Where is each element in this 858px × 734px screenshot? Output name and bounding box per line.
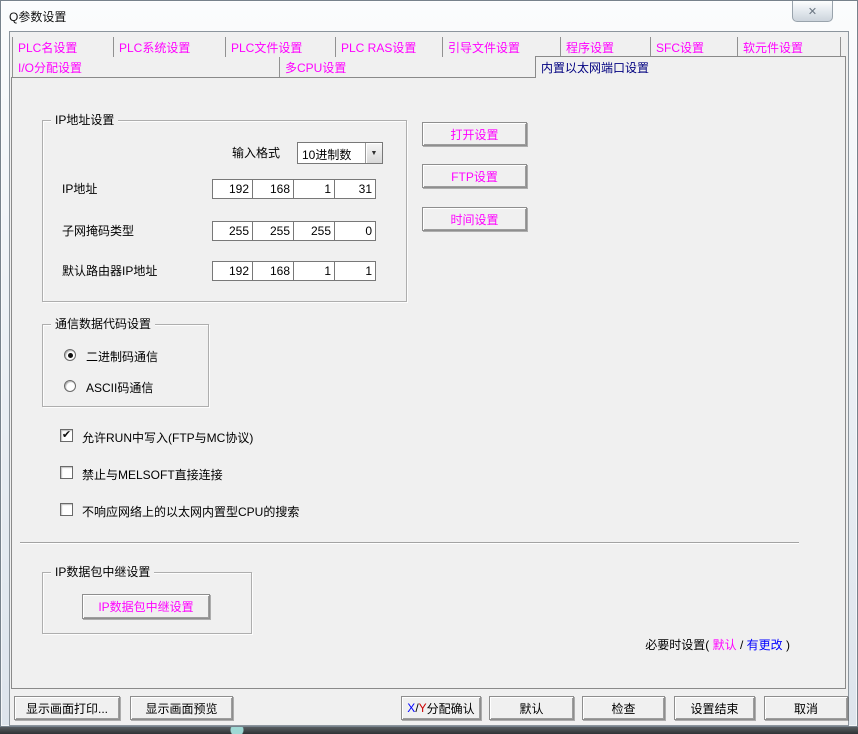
check-button[interactable]: 检查	[582, 696, 665, 720]
ip-packet-relay-button[interactable]: IP数据包中继设置	[82, 594, 210, 619]
time-settings-button[interactable]: 时间设置	[422, 207, 527, 231]
group-comm-title: 通信数据代码设置	[51, 317, 155, 331]
subnet-mask-label: 子网掩码类型	[62, 221, 134, 241]
ip-address-label: IP地址	[62, 179, 97, 199]
input-format-value: 10进制数	[298, 143, 365, 163]
subnet-octet-3[interactable]: 255	[294, 221, 335, 241]
close-button[interactable]: ✕	[792, 1, 833, 22]
note-default: 默认	[713, 638, 737, 652]
section-divider	[20, 542, 799, 544]
default-router-label: 默认路由器IP地址	[62, 261, 157, 281]
subnet-mask-input: 255 255 255 0	[212, 221, 376, 241]
tab-io-assignment[interactable]: I/O分配设置	[12, 57, 279, 77]
tab-multi-cpu[interactable]: 多CPU设置	[279, 57, 535, 77]
default-router-input: 192 168 1 1	[212, 261, 376, 281]
radio-ascii-label[interactable]: ASCII码通信	[86, 379, 153, 396]
default-button[interactable]: 默认	[489, 696, 574, 720]
router-octet-4[interactable]: 1	[335, 261, 376, 281]
background-app-strip	[0, 727, 858, 734]
dialog-title: Q参数设置	[9, 8, 66, 25]
tab-boot-file[interactable]: 引导文件设置	[442, 37, 560, 57]
checkbox-disable-melsoft-label[interactable]: 禁止与MELSOFT直接连接	[82, 466, 223, 483]
checkbox-no-search-response-label[interactable]: 不响应网络上的以太网内置型CPU的搜索	[82, 503, 299, 520]
radio-ascii-code[interactable]	[64, 380, 76, 392]
note-changed: 有更改	[747, 638, 783, 652]
ip-address-input: 192 168 1 31	[212, 179, 376, 199]
checkbox-disable-melsoft[interactable]	[60, 466, 73, 479]
xy-rest: 分配确认	[427, 700, 475, 717]
xy-assignment-confirm-button[interactable]: X/Y分配确认	[401, 696, 481, 720]
open-settings-button[interactable]: 打开设置	[422, 122, 527, 146]
subnet-octet-1[interactable]: 255	[212, 221, 253, 241]
tab-plc-file[interactable]: PLC文件设置	[225, 37, 335, 57]
input-format-label: 输入格式	[232, 143, 280, 163]
checkbox-no-search-response[interactable]	[60, 503, 73, 516]
ip-octet-4[interactable]: 31	[335, 179, 376, 199]
close-icon: ✕	[808, 5, 817, 18]
preview-screen-button[interactable]: 显示画面预览	[130, 696, 233, 720]
xy-y-letter: Y	[419, 701, 427, 715]
tab-plc-name[interactable]: PLC名设置	[12, 37, 113, 57]
finish-setting-button[interactable]: 设置结束	[674, 696, 755, 720]
tab-program[interactable]: 程序设置	[560, 37, 650, 57]
cancel-button[interactable]: 取消	[764, 696, 848, 720]
checkbox-allow-run-write[interactable]: ✔	[60, 429, 73, 442]
router-octet-3[interactable]: 1	[294, 261, 335, 281]
tab-built-in-ethernet[interactable]: 内置以太网端口设置	[535, 56, 846, 78]
ip-octet-3[interactable]: 1	[294, 179, 335, 199]
print-screen-button[interactable]: 显示画面打印...	[14, 696, 120, 720]
chevron-down-icon[interactable]: ▼	[365, 143, 382, 163]
tab-row1-end-divider	[840, 37, 841, 57]
tab-plc-ras[interactable]: PLC RAS设置	[335, 37, 442, 57]
ftp-settings-button[interactable]: FTP设置	[422, 164, 527, 188]
radio-binary-label[interactable]: 二进制码通信	[86, 348, 158, 365]
subnet-octet-2[interactable]: 255	[253, 221, 294, 241]
checkbox-allow-run-write-label[interactable]: 允许RUN中写入(FTP与MC协议)	[82, 429, 253, 446]
ip-octet-1[interactable]: 192	[212, 179, 253, 199]
dialog-q-parameter-setting: Q参数设置 ✕ PLC名设置 PLC系统设置 PLC文件设置 PLC RAS设置…	[0, 0, 858, 727]
note-suffix: )	[786, 638, 790, 652]
radio-binary-code[interactable]	[64, 349, 76, 361]
tab-plc-system[interactable]: PLC系统设置	[113, 37, 225, 57]
router-octet-1[interactable]: 192	[212, 261, 253, 281]
input-format-select[interactable]: 10进制数 ▼	[297, 142, 383, 164]
group-relay-title: IP数据包中继设置	[51, 565, 154, 579]
xy-x-letter: X	[407, 701, 415, 715]
required-setting-note: 必要时设置( 默认 / 有更改 )	[645, 636, 790, 653]
ip-octet-2[interactable]: 168	[253, 179, 294, 199]
group-ip-title: IP地址设置	[51, 113, 118, 127]
tab-sfc[interactable]: SFC设置	[650, 37, 737, 57]
router-octet-2[interactable]: 168	[253, 261, 294, 281]
note-prefix: 必要时设置(	[645, 638, 709, 652]
tab-device[interactable]: 软元件设置	[737, 37, 840, 57]
subnet-octet-4[interactable]: 0	[335, 221, 376, 241]
note-separator: /	[740, 638, 743, 652]
dialog-client-area: PLC名设置 PLC系统设置 PLC文件设置 PLC RAS设置 引导文件设置 …	[9, 31, 849, 726]
